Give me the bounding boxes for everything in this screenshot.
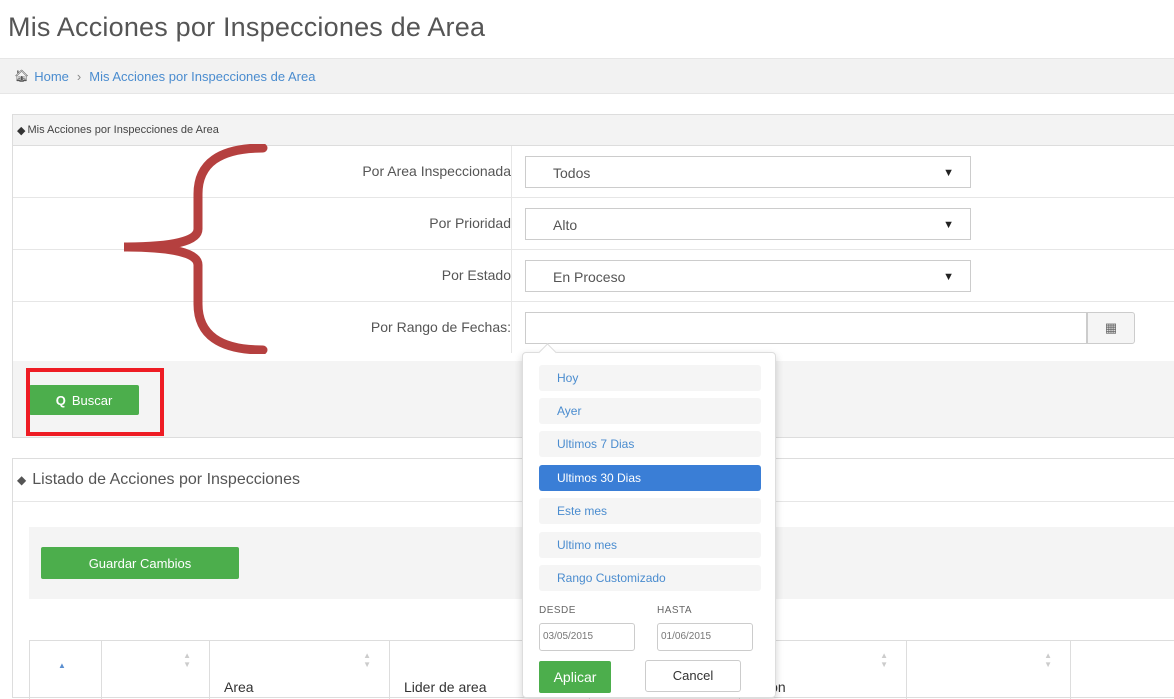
- range-option-ayer[interactable]: Ayer: [539, 398, 761, 424]
- range-option-hoy[interactable]: Hoy: [539, 365, 761, 391]
- breadcrumb-current[interactable]: Mis Acciones por Inspecciones de Area: [89, 69, 315, 84]
- breadcrumb-home-link[interactable]: Home: [34, 69, 69, 84]
- sort-icon: ▲▼: [1044, 651, 1052, 669]
- row-divider: [511, 250, 512, 301]
- row-divider: [511, 198, 512, 249]
- date-range-input[interactable]: [525, 312, 1087, 344]
- save-changes-button[interactable]: Guardar Cambios: [41, 547, 239, 579]
- status-select-value: En Proceso: [553, 269, 626, 285]
- range-option-last-month[interactable]: Ultimo mes: [539, 532, 761, 558]
- sort-icon: ▲▼: [363, 651, 371, 669]
- breadcrumb: 🏠︎ Home › Mis Acciones por Inspecciones …: [0, 58, 1174, 94]
- filters-panel-header: ◆ Mis Acciones por Inspecciones de Area: [13, 115, 1174, 146]
- annotation-highlight-box: [26, 368, 164, 436]
- page-title: Mis Acciones por Inspecciones de Area: [8, 12, 486, 42]
- range-option-custom[interactable]: Rango Customizado: [539, 565, 761, 591]
- row-divider: [511, 302, 512, 353]
- column-header-label: Area: [224, 679, 254, 695]
- row-divider: [511, 146, 512, 197]
- priority-select[interactable]: Alto ▼: [525, 208, 971, 240]
- priority-select-value: Alto: [553, 217, 578, 233]
- column-header-label: Lider de area: [404, 679, 487, 695]
- column-header[interactable]: ▲▼: [102, 641, 210, 699]
- from-date-input[interactable]: 03/05/2015: [539, 623, 635, 651]
- sort-asc-icon: ▲: [58, 661, 66, 670]
- calendar-icon: ▦: [1104, 320, 1118, 335]
- apply-button[interactable]: Aplicar: [539, 661, 611, 693]
- date-range-dropdown: Hoy Ayer Ultimos 7 Dias Ultimos 30 Dias …: [522, 343, 776, 698]
- filter-label-area: Por Area Inspeccionada: [362, 163, 511, 179]
- area-select-value: Todos: [553, 165, 591, 181]
- column-header[interactable]: ▲: [30, 641, 102, 699]
- filters-panel-title: Mis Acciones por Inspecciones de Area: [27, 124, 219, 136]
- column-header[interactable]: ▲▼: [907, 641, 1071, 699]
- to-label: HASTA: [657, 605, 693, 616]
- status-select[interactable]: En Proceso ▼: [525, 260, 971, 292]
- caret-down-icon: ▼: [943, 271, 954, 283]
- tags-icon: ◆: [17, 473, 27, 487]
- list-panel-title: Listado de Acciones por Inspecciones: [32, 471, 300, 488]
- sort-icon: ▲▼: [183, 651, 191, 669]
- caret-down-icon: ▼: [943, 167, 954, 179]
- home-icon: 🏠︎: [14, 69, 30, 83]
- calendar-button[interactable]: ▦: [1087, 312, 1135, 344]
- range-option-last-7-days[interactable]: Ultimos 7 Dias: [539, 431, 761, 457]
- area-select[interactable]: Todos ▼: [525, 156, 971, 188]
- caret-down-icon: ▼: [943, 219, 954, 231]
- range-option-last-30-days[interactable]: Ultimos 30 Dias: [539, 465, 761, 491]
- column-header[interactable]: [1071, 641, 1174, 699]
- column-header-area[interactable]: ▲ ▼ Area: [210, 641, 390, 699]
- filter-label-priority: Por Prioridad: [429, 215, 511, 231]
- sort-icon: ▲▼: [880, 651, 888, 669]
- breadcrumb-separator-icon: ›: [76, 68, 82, 84]
- from-label: DESDE: [539, 605, 576, 616]
- cancel-button[interactable]: Cancel: [645, 660, 741, 692]
- annotation-brace-icon: [123, 144, 268, 354]
- filter-label-status: Por Estado: [441, 267, 511, 283]
- filter-label-date: Por Rango de Fechas:: [370, 319, 511, 335]
- to-date-input[interactable]: 01/06/2015: [657, 623, 753, 651]
- tags-icon: ◆: [17, 124, 26, 137]
- range-option-this-month[interactable]: Este mes: [539, 498, 761, 524]
